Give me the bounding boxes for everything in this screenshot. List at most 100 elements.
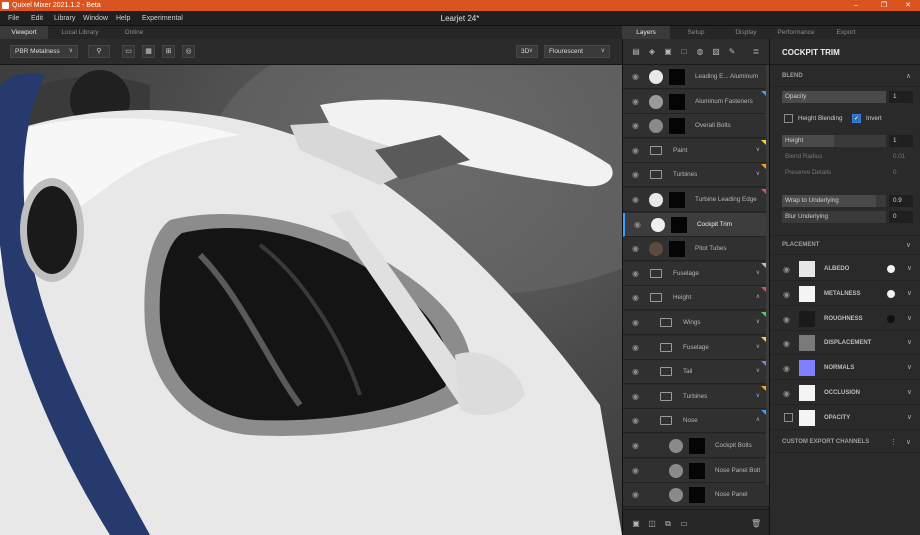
visibility-eye-icon[interactable]: ◉ (632, 442, 639, 450)
layer-mask-thumbnail[interactable] (669, 192, 685, 208)
menu-window[interactable]: Window (83, 14, 108, 23)
visibility-eye-icon[interactable]: ◉ (632, 171, 639, 179)
channel-row-normals[interactable]: ◉ NORMALS ∨ (770, 356, 920, 381)
visibility-eye-icon[interactable]: ◉ (632, 466, 639, 475)
chevron-down-icon[interactable]: ∨ (907, 388, 912, 396)
layer-mask-thumbnail[interactable] (669, 241, 685, 258)
menu-edit[interactable]: Edit (31, 14, 43, 23)
channel-row-occlusion[interactable]: ◉ OCCLUSION ∨ (770, 381, 920, 405)
visibility-eye-icon[interactable]: ◉ (632, 491, 639, 499)
chevron-down-icon[interactable]: ∨ (756, 392, 760, 399)
layer-row[interactable]: ◉ Cockpit Bolts (623, 434, 769, 458)
visibility-eye-icon[interactable]: ◉ (632, 97, 639, 106)
layer-mask-thumbnail[interactable] (669, 69, 685, 85)
layer-row[interactable]: ◉ Turbines ∨ (623, 163, 769, 188)
channel-row-metalness[interactable]: ◉ METALNESS ∨ (770, 282, 920, 306)
maximize-button[interactable]: ❐ (872, 0, 896, 11)
delete-icon[interactable]: 🗑 (751, 519, 761, 529)
channel-color-dot[interactable] (887, 314, 895, 323)
menu-file[interactable]: File (8, 14, 19, 23)
chevron-down-icon[interactable]: ∨ (907, 363, 912, 371)
channel-swatch[interactable] (799, 409, 815, 426)
layer-row[interactable]: ◉ Height ∧ (623, 286, 769, 311)
visibility-eye-icon[interactable]: ◉ (634, 220, 641, 229)
3d-viewport[interactable] (0, 65, 622, 535)
visibility-eye-icon[interactable]: ◉ (783, 364, 790, 373)
tab-performance[interactable]: Performance (772, 26, 820, 39)
channel-swatch[interactable] (799, 310, 815, 327)
wrap-value[interactable]: 0.9 (889, 195, 913, 207)
chevron-down-icon[interactable]: ∨ (756, 318, 760, 325)
layer-row[interactable]: ◉ Nose Panel (623, 483, 769, 508)
height-blending-checkbox[interactable] (784, 114, 793, 123)
visibility-eye-icon[interactable]: ◉ (632, 73, 639, 81)
add-folder-icon[interactable]: ▭ (679, 519, 689, 529)
filter-layer-icon[interactable]: ▨ (711, 47, 721, 57)
layer-stack-icon[interactable]: ≣ (751, 47, 761, 57)
visibility-eye-icon[interactable]: ◉ (783, 389, 790, 398)
blur-value[interactable]: 0 (889, 211, 913, 223)
custom-export-section-header[interactable]: CUSTOM EXPORT CHANNELS ⋮ ∨ (770, 433, 920, 453)
visibility-eye-icon[interactable]: ◉ (783, 339, 790, 348)
tab-export[interactable]: Export (822, 26, 870, 39)
visibility-eye-icon[interactable]: ◉ (632, 368, 639, 376)
minimize-button[interactable]: – (844, 0, 868, 11)
channel-row-opacity[interactable]: OPACITY ∨ (770, 406, 920, 430)
visibility-eye-icon[interactable]: ◉ (632, 417, 639, 425)
visibility-eye-icon[interactable]: ◉ (632, 196, 639, 204)
visibility-eye-icon[interactable]: ◉ (632, 245, 639, 253)
focus-button[interactable]: ◎ (182, 45, 195, 58)
opacity-slider[interactable]: Opacity 1 (782, 91, 913, 103)
chevron-down-icon[interactable]: ∨ (756, 343, 760, 350)
channel-color-dot[interactable] (887, 289, 895, 298)
symmetry-tool-button[interactable]: ⚲ (88, 45, 110, 58)
visibility-eye-icon[interactable]: ◉ (783, 290, 790, 299)
menu-help[interactable]: Help (116, 14, 130, 23)
visibility-eye-icon[interactable]: ◉ (632, 294, 639, 302)
channel-swatch[interactable] (799, 285, 815, 302)
layer-mask-thumbnail[interactable] (689, 487, 705, 504)
invert-checkbox[interactable]: ✓ (852, 114, 861, 123)
layer-mask-thumbnail[interactable] (671, 216, 687, 233)
channel-color-dot[interactable] (887, 265, 895, 273)
layer-row[interactable]: ◉ Cockpit Trim (623, 212, 769, 237)
layer-mask-thumbnail[interactable] (669, 118, 685, 135)
layer-row[interactable]: ◉ Paint ∨ (623, 138, 769, 163)
mask-layer-icon[interactable]: ◍ (695, 47, 705, 57)
layer-row[interactable]: ◉ Nose Panel Bolt (623, 458, 769, 483)
channel-checkbox[interactable] (784, 412, 793, 422)
visibility-eye-icon[interactable]: ◉ (632, 343, 639, 352)
split-view-button[interactable]: ▦ (142, 45, 155, 58)
visibility-eye-icon[interactable]: ◉ (783, 265, 790, 274)
chevron-down-icon[interactable]: ∨ (907, 264, 912, 272)
layer-row[interactable]: ◉ Fuselage ∨ (623, 335, 769, 360)
tab-display[interactable]: Display (722, 26, 770, 39)
view-mode-dropdown[interactable]: 3D ∨ (516, 45, 538, 58)
channel-row-albedo[interactable]: ◉ ALBEDO ∨ (770, 257, 920, 281)
chevron-down-icon[interactable]: ∨ (756, 269, 760, 276)
layer-row[interactable]: ◉ Pitot Tubes (623, 237, 769, 262)
layer-row[interactable]: ◉ Wings ∨ (623, 311, 769, 335)
layer-row[interactable]: ◉ Aluminum Fasteners (623, 89, 769, 114)
chevron-down-icon[interactable]: ∨ (907, 338, 912, 346)
visibility-eye-icon[interactable]: ◉ (632, 392, 639, 401)
menu-library[interactable]: Library (54, 14, 75, 23)
tab-local-library[interactable]: Local Library (52, 26, 108, 39)
visibility-eye-icon[interactable]: ◉ (632, 319, 639, 327)
layer-mask-thumbnail[interactable] (669, 93, 685, 110)
chevron-down-icon[interactable]: ∨ (907, 289, 912, 297)
menu-experimental[interactable]: Experimental (142, 14, 183, 23)
material-model-dropdown[interactable]: PBR Metalness ∨ (10, 45, 78, 58)
channel-row-displacement[interactable]: ◉ DISPLACEMENT ∨ (770, 331, 920, 356)
visibility-eye-icon[interactable]: ◉ (783, 315, 790, 324)
visibility-eye-icon[interactable]: ◉ (632, 122, 639, 130)
stamp-layer-icon[interactable]: ▣ (663, 47, 673, 57)
layer-row[interactable]: ◉ Tail ∨ (623, 360, 769, 385)
channel-swatch[interactable] (799, 385, 815, 401)
tab-viewport[interactable]: Viewport (0, 26, 48, 39)
chevron-down-icon[interactable]: ∨ (756, 146, 760, 153)
tab-setup[interactable]: Setup (672, 26, 720, 39)
layer-row[interactable]: ◉ Leading E... Aluminum (623, 65, 769, 89)
add-layer-icon[interactable]: ▣ (631, 519, 641, 529)
visibility-eye-icon[interactable]: ◉ (632, 269, 639, 278)
